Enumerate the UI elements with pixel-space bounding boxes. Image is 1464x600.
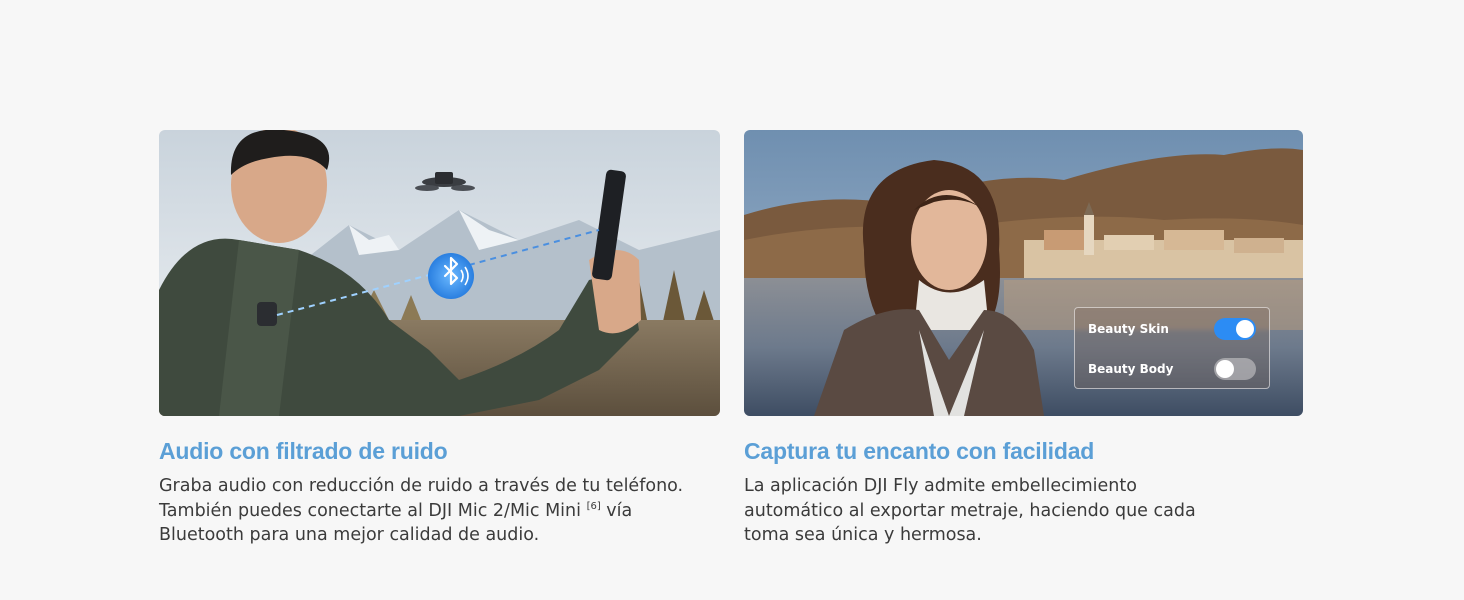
audio-feature-description: Graba audio con reducción de ruido a tra… [159, 474, 720, 548]
toggle-knob [1216, 360, 1234, 378]
audio-desc-line3: Bluetooth para una mejor calidad de audi… [159, 525, 540, 545]
beauty-desc-line2: automático al exportar metraje, haciendo… [744, 500, 1196, 521]
audio-desc-line2a: También puedes conectarte al DJI Mic 2/M… [159, 500, 587, 521]
beauty-body-row: Beauty Body [1088, 357, 1256, 381]
audio-feature-image [159, 130, 720, 416]
beauty-feature-image: Beauty Skin Beauty Body [744, 130, 1303, 416]
beauty-skin-label: Beauty Skin [1088, 322, 1169, 336]
feature-card-beauty: Beauty Skin Beauty Body Captura tu encan… [744, 130, 1303, 548]
beauty-desc-line3: toma sea única y hermosa. [744, 525, 982, 545]
feature-card-audio: Audio con filtrado de ruido Graba audio … [159, 130, 720, 548]
audio-desc-line1: Graba audio con reducción de ruido a tra… [159, 476, 684, 496]
beauty-skin-toggle[interactable] [1214, 318, 1256, 340]
audio-desc-line2b: vía [600, 500, 633, 521]
bluetooth-icon [428, 253, 474, 299]
beauty-skin-row: Beauty Skin [1088, 317, 1256, 341]
beauty-desc-line1: La aplicación DJI Fly admite embellecimi… [744, 476, 1137, 496]
beauty-settings-panel: Beauty Skin Beauty Body [1074, 307, 1270, 389]
beauty-feature-title: Captura tu encanto con facilidad [744, 438, 1095, 464]
audio-scene-illustration [159, 130, 720, 416]
footnote-ref[interactable]: [6] [587, 501, 601, 512]
beauty-feature-description: La aplicación DJI Fly admite embellecimi… [744, 474, 1303, 548]
audio-feature-title: Audio con filtrado de ruido [159, 438, 448, 464]
toggle-knob [1236, 320, 1254, 338]
beauty-body-label: Beauty Body [1088, 362, 1174, 376]
beauty-body-toggle[interactable] [1214, 358, 1256, 380]
